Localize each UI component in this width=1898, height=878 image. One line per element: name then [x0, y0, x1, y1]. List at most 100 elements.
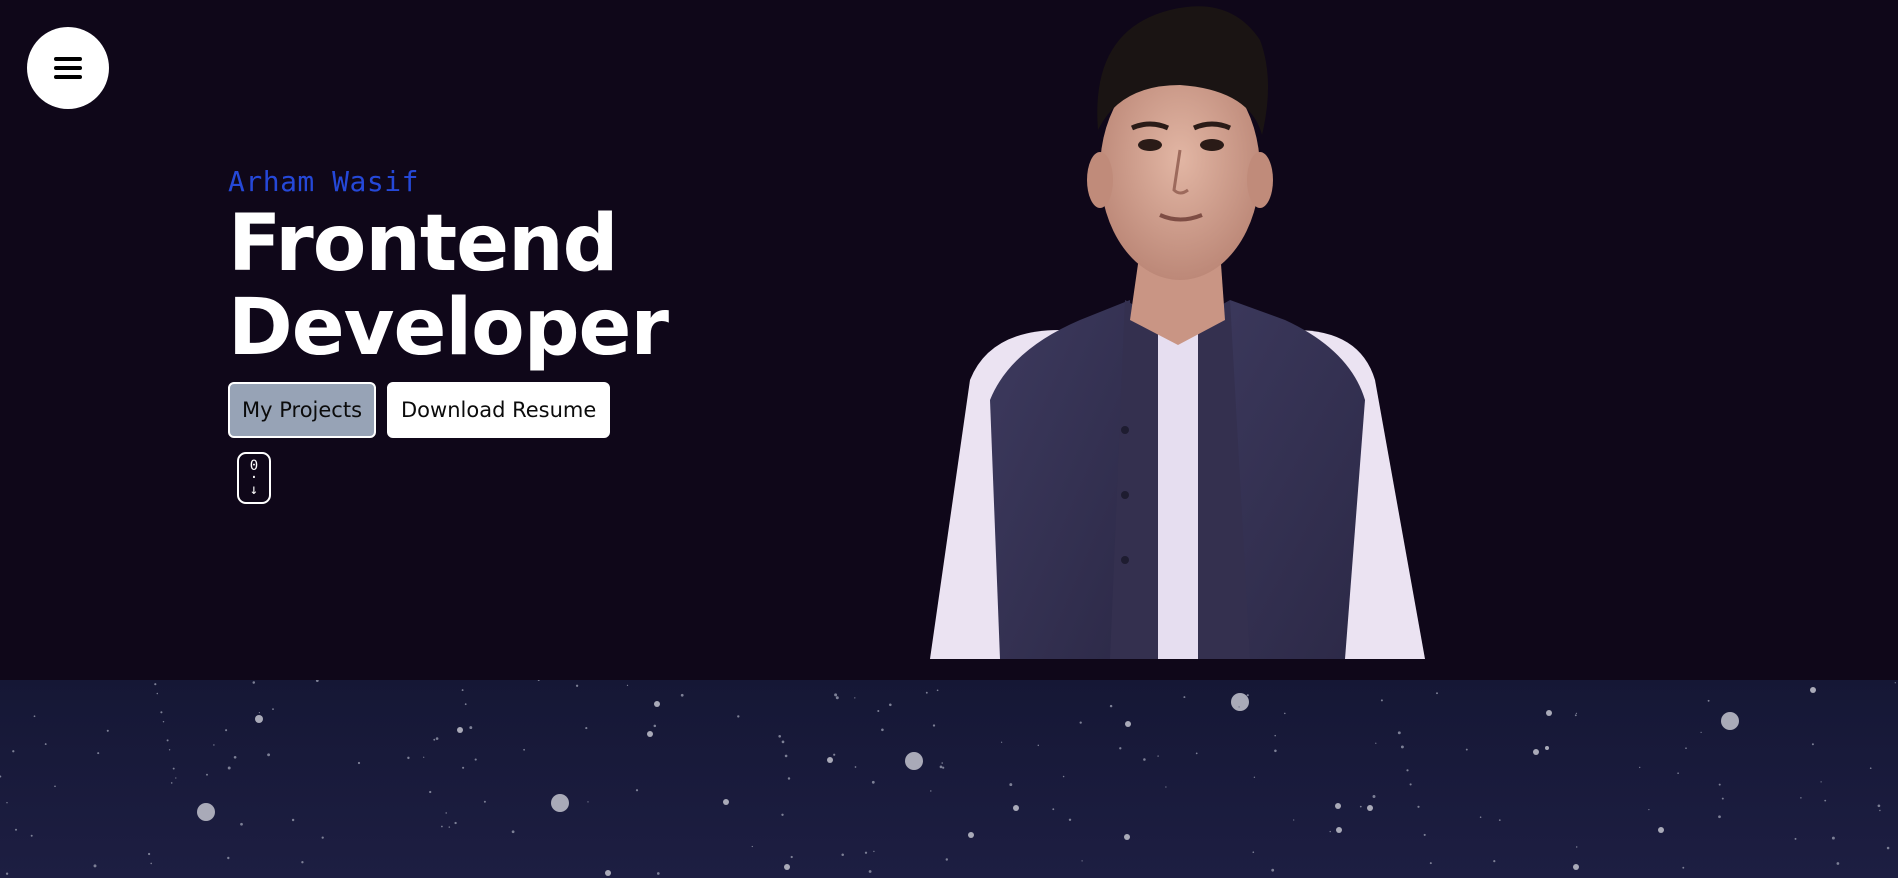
star	[1157, 755, 1159, 757]
star	[1062, 775, 1065, 778]
star	[835, 696, 839, 700]
star	[1429, 862, 1432, 865]
star	[968, 832, 974, 838]
star	[315, 680, 319, 682]
star	[1329, 830, 1331, 833]
star	[784, 864, 790, 870]
star	[44, 743, 47, 746]
menu-button[interactable]	[27, 27, 109, 109]
star	[1700, 731, 1702, 734]
star	[154, 683, 157, 686]
star	[1820, 781, 1822, 783]
star	[483, 800, 486, 803]
developer-name: Arham Wasif	[228, 165, 419, 198]
star	[175, 777, 177, 779]
star	[781, 740, 785, 744]
star	[462, 766, 465, 769]
title-line-2: Developer	[228, 283, 669, 373]
star	[150, 862, 153, 865]
my-projects-button[interactable]: My Projects	[228, 382, 377, 438]
star	[737, 715, 740, 718]
star	[1894, 682, 1896, 684]
star	[833, 753, 836, 756]
star	[445, 812, 447, 814]
star	[1718, 815, 1721, 819]
star	[168, 749, 171, 751]
hero-section: Arham Wasif Frontend Developer My Projec…	[0, 0, 1898, 680]
star	[654, 701, 660, 707]
star	[1274, 749, 1277, 753]
star	[930, 790, 932, 792]
star	[647, 731, 653, 737]
star	[474, 758, 477, 761]
mouse-scroll-down-icon[interactable]: 0 · ↓	[237, 452, 271, 504]
star	[1195, 752, 1198, 755]
star	[656, 872, 660, 875]
star	[864, 851, 868, 854]
star	[6, 802, 8, 804]
star	[407, 756, 410, 760]
star	[357, 761, 361, 765]
star	[233, 755, 237, 759]
star	[429, 790, 432, 794]
star	[1397, 731, 1401, 735]
star	[106, 729, 109, 732]
star	[653, 724, 657, 728]
star	[523, 748, 525, 751]
star	[454, 821, 457, 825]
star	[1359, 805, 1362, 808]
star	[1707, 699, 1710, 702]
star	[1574, 714, 1577, 717]
star	[1721, 712, 1739, 730]
star	[939, 765, 943, 769]
star	[1409, 783, 1412, 786]
star	[1573, 864, 1579, 870]
star	[635, 789, 639, 792]
star	[1718, 783, 1721, 786]
star	[160, 711, 163, 714]
star	[1639, 766, 1641, 769]
star	[925, 691, 928, 694]
star	[97, 752, 100, 755]
star	[213, 744, 215, 746]
star	[147, 852, 151, 856]
star	[1009, 783, 1013, 787]
page-title: Frontend Developer	[228, 202, 669, 373]
star	[1293, 819, 1295, 821]
star	[1546, 710, 1552, 716]
star	[14, 828, 18, 831]
star	[1721, 797, 1724, 800]
star	[1336, 827, 1342, 833]
star	[936, 689, 939, 692]
star	[1165, 786, 1167, 788]
star	[1252, 851, 1255, 854]
star	[291, 818, 295, 822]
scroll-arrow-glyph: ↓	[249, 482, 259, 498]
star	[1125, 721, 1131, 727]
star	[1271, 868, 1275, 872]
star	[941, 762, 943, 764]
star	[1869, 767, 1872, 770]
star	[1545, 746, 1549, 750]
starfield-background	[0, 680, 1898, 878]
star	[321, 836, 324, 839]
star	[170, 782, 173, 784]
star	[1284, 712, 1286, 715]
star	[1498, 819, 1501, 821]
star	[1372, 795, 1376, 798]
star	[255, 715, 263, 723]
star	[423, 756, 425, 758]
star	[252, 681, 256, 684]
star	[587, 801, 589, 803]
star	[1648, 808, 1650, 811]
star	[1119, 747, 1122, 750]
star	[227, 766, 231, 770]
star	[1810, 687, 1816, 693]
star	[1037, 744, 1040, 747]
star	[551, 794, 569, 812]
download-resume-button[interactable]: Download Resume	[387, 382, 611, 438]
star	[469, 726, 473, 730]
star	[1682, 866, 1685, 869]
star	[1375, 742, 1377, 744]
star	[166, 739, 169, 742]
